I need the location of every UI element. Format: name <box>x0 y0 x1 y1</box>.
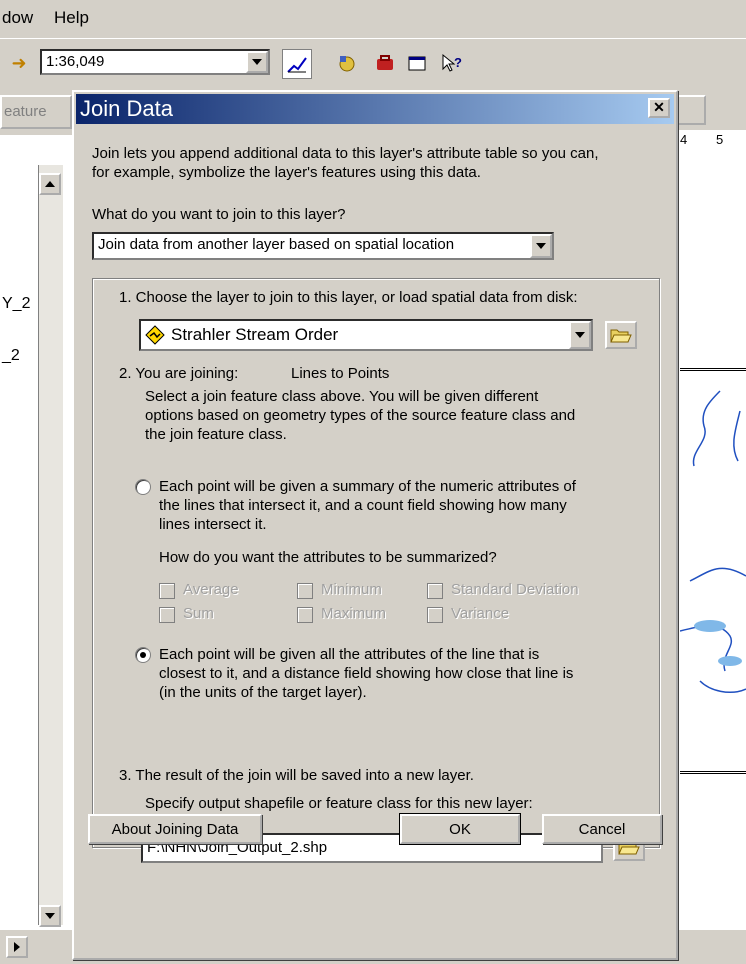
output-prompt: Specify output shapefile or feature clas… <box>145 795 533 812</box>
cancel-button[interactable]: Cancel <box>542 814 662 844</box>
ok-button[interactable]: OK <box>399 813 521 845</box>
closest-option-radio[interactable] <box>135 647 151 663</box>
variance-label: Variance <box>451 605 510 622</box>
join-type-value: Join data from another layer based on sp… <box>98 236 455 253</box>
option2-line: Each point will be given all the attribu… <box>159 646 540 663</box>
option1-line: the lines that intersect it, and a count… <box>159 497 567 514</box>
average-checkbox[interactable] <box>159 583 175 599</box>
toolbar-button[interactable] <box>676 95 706 125</box>
layer-select[interactable]: Strahler Stream Order <box>139 319 593 351</box>
menu-bar: dow Help <box>0 0 746 38</box>
step1-label: 1. Choose the layer to join to this laye… <box>119 289 578 306</box>
ruler-number: 4 <box>680 132 688 147</box>
arc-toolbox-icon[interactable] <box>332 49 362 77</box>
option1-line: lines intersect it. <box>159 516 267 533</box>
river-map-image <box>679 390 746 693</box>
step2-label: 2. You are joining: <box>119 365 239 382</box>
map-frame <box>679 368 746 774</box>
toc-label: _2 <box>2 347 20 364</box>
radio-selected-dot <box>140 652 146 658</box>
step2-description: Select a join feature class above. You w… <box>145 387 575 444</box>
toc-scrollbar[interactable] <box>38 165 63 927</box>
layer-name: Strahler Stream Order <box>171 325 339 344</box>
summary-option-radio[interactable] <box>135 479 151 495</box>
chevron-down-icon[interactable] <box>246 51 268 73</box>
summary-question-label: How do you want the attributes to be sum… <box>159 549 497 566</box>
ruler: 4 5 <box>676 130 746 161</box>
join-question-label: What do you want to join to this layer? <box>92 206 346 223</box>
standard-deviation-label: Standard Deviation <box>451 581 579 598</box>
feature-tab[interactable]: eature <box>0 95 72 129</box>
sum-label: Sum <box>183 605 214 622</box>
scroll-down-icon[interactable] <box>39 905 61 927</box>
variance-checkbox[interactable] <box>427 607 443 623</box>
add-data-icon[interactable]: ➜ <box>4 49 34 77</box>
maximum-checkbox[interactable] <box>297 607 313 623</box>
editor-toolbar-icon[interactable] <box>282 49 312 79</box>
maximum-label: Maximum <box>321 605 387 622</box>
join-options-group: 1. Choose the layer to join to this laye… <box>92 278 660 863</box>
minimum-checkbox[interactable] <box>297 583 313 599</box>
menu-window[interactable]: dow <box>2 8 33 28</box>
intro-text: Join lets you append additional data to … <box>92 144 599 182</box>
scroll-up-icon[interactable] <box>39 173 61 195</box>
sum-checkbox[interactable] <box>159 607 175 623</box>
open-folder-icon <box>610 329 632 343</box>
step3-label: 3. The result of the join will be saved … <box>119 767 474 784</box>
about-joining-data-button[interactable]: About Joining Data <box>88 814 262 844</box>
step2-line: the join feature class. <box>145 426 287 443</box>
join-type-select[interactable]: Join data from another layer based on sp… <box>92 232 554 260</box>
option2-line: closest to it, and a distance field show… <box>159 665 574 682</box>
intro-line: for example, symbolize the layer's featu… <box>92 164 481 181</box>
map-scale-value: 1:36,049 <box>46 53 105 70</box>
chevron-down-icon[interactable] <box>530 234 552 258</box>
svg-text:?: ? <box>454 55 462 70</box>
whats-this-help-icon[interactable]: ? <box>438 49 468 77</box>
summary-option-text[interactable]: Each point will be given a summary of th… <box>159 477 576 534</box>
scroll-right-icon[interactable] <box>6 936 28 958</box>
average-label: Average <box>183 581 239 598</box>
dialog-title: Join Data <box>80 96 173 121</box>
browse-layer-button[interactable] <box>605 321 637 349</box>
close-icon[interactable]: ✕ <box>648 98 670 118</box>
closest-option-text[interactable]: Each point will be given all the attribu… <box>159 645 573 702</box>
chevron-down-icon[interactable] <box>569 321 591 349</box>
standard-deviation-checkbox[interactable] <box>427 583 443 599</box>
step2-line: Select a join feature class above. You w… <box>145 388 539 405</box>
toc-label: Y_2 <box>2 295 31 312</box>
option1-line: Each point will be given a summary of th… <box>159 478 576 495</box>
join-data-dialog: Join Data ✕ Join lets you append additio… <box>72 90 678 960</box>
dialog-titlebar[interactable]: Join Data ✕ <box>76 94 674 124</box>
step2-line: options based on geometry types of the s… <box>145 407 576 424</box>
polyline-layer-icon <box>145 325 165 349</box>
minimum-label: Minimum <box>321 581 382 598</box>
intro-line: Join lets you append additional data to … <box>92 145 599 162</box>
map-scale-combo[interactable]: 1:36,049 <box>40 49 270 75</box>
option2-line: (in the units of the target layer). <box>159 684 367 701</box>
toolbox-icon[interactable] <box>370 49 400 77</box>
map-view[interactable] <box>676 160 746 930</box>
toolbar: ➜ 1:36,049 ? <box>0 38 746 89</box>
ruler-number: 5 <box>716 132 724 147</box>
geometry-types-value: Lines to Points <box>291 365 390 382</box>
command-line-icon[interactable] <box>402 49 432 77</box>
menu-help[interactable]: Help <box>54 8 89 28</box>
